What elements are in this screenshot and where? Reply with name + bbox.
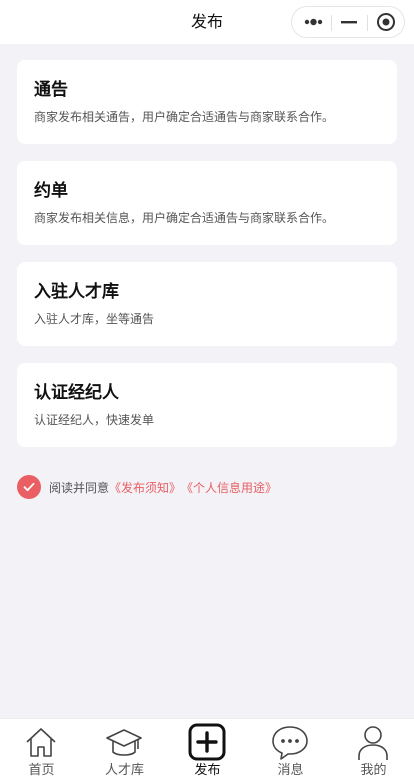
tab-talent-pool[interactable]: 人才库 [83, 719, 166, 780]
card-certified-agent[interactable]: 认证经纪人 认证经纪人，快速发单 [17, 363, 397, 447]
card-title: 入驻人才库 [34, 282, 119, 302]
tab-publish[interactable]: 发布 [166, 719, 249, 780]
publish-page: 发布 通告 商家发布相关通告，用户确定合适通告与商家联系合作。 约单 商家发布相… [0, 0, 414, 780]
card-description: 商家发布相关信息，用户确定合适通告与商家联系合作。 [34, 211, 335, 225]
card-notice[interactable]: 通告 商家发布相关通告，用户确定合适通告与商家联系合作。 [17, 60, 397, 144]
navigation-bar: 发布 [0, 0, 414, 44]
card-join-talent-pool[interactable]: 入驻人才库 入驻人才库，坐等通告 [17, 262, 397, 346]
more-button[interactable] [294, 7, 332, 37]
target-circle-icon [377, 13, 395, 31]
mini-program-capsule [291, 6, 405, 38]
tab-mine[interactable]: 我的 [332, 719, 414, 780]
card-order[interactable]: 约单 商家发布相关信息，用户确定合适通告与商家联系合作。 [17, 161, 397, 245]
card-description: 入驻人才库，坐等通告 [34, 312, 155, 326]
tab-label: 首页 [28, 763, 55, 778]
agreement-checkbox[interactable] [17, 475, 41, 499]
publish-notice-link[interactable]: 《发布须知》 [109, 479, 181, 496]
card-description: 认证经纪人，快速发单 [34, 413, 155, 427]
tab-label: 发布 [194, 763, 221, 778]
personal-info-usage-link[interactable]: 《个人信息用途》 [181, 479, 277, 496]
close-miniprogram-button[interactable] [367, 7, 405, 37]
minimize-button[interactable] [331, 7, 369, 37]
tab-label: 人才库 [104, 763, 144, 778]
plus-square-icon [188, 723, 226, 761]
checkmark-icon [23, 482, 35, 492]
card-title: 认证经纪人 [34, 383, 119, 403]
card-description: 商家发布相关通告，用户确定合适通告与商家联系合作。 [34, 110, 335, 124]
tab-messages[interactable]: 消息 [249, 719, 332, 780]
user-icon [358, 726, 388, 760]
bottom-tab-bar: 首页 人才库 发布 消息 我的 [0, 718, 414, 780]
card-title: 约单 [34, 181, 68, 201]
tab-label: 我的 [360, 763, 387, 778]
minus-icon [341, 21, 357, 24]
agreement-prefix: 阅读并同意 [49, 480, 110, 495]
card-title: 通告 [34, 80, 68, 100]
tab-label: 消息 [277, 763, 304, 778]
more-dots-icon [304, 18, 323, 26]
home-icon [26, 728, 56, 757]
graduation-cap-icon [106, 729, 142, 756]
agreement-row: 阅读并同意 《发布须知》 《个人信息用途》 [17, 474, 277, 500]
chat-bubble-icon [272, 726, 308, 760]
tab-home[interactable]: 首页 [0, 719, 83, 780]
